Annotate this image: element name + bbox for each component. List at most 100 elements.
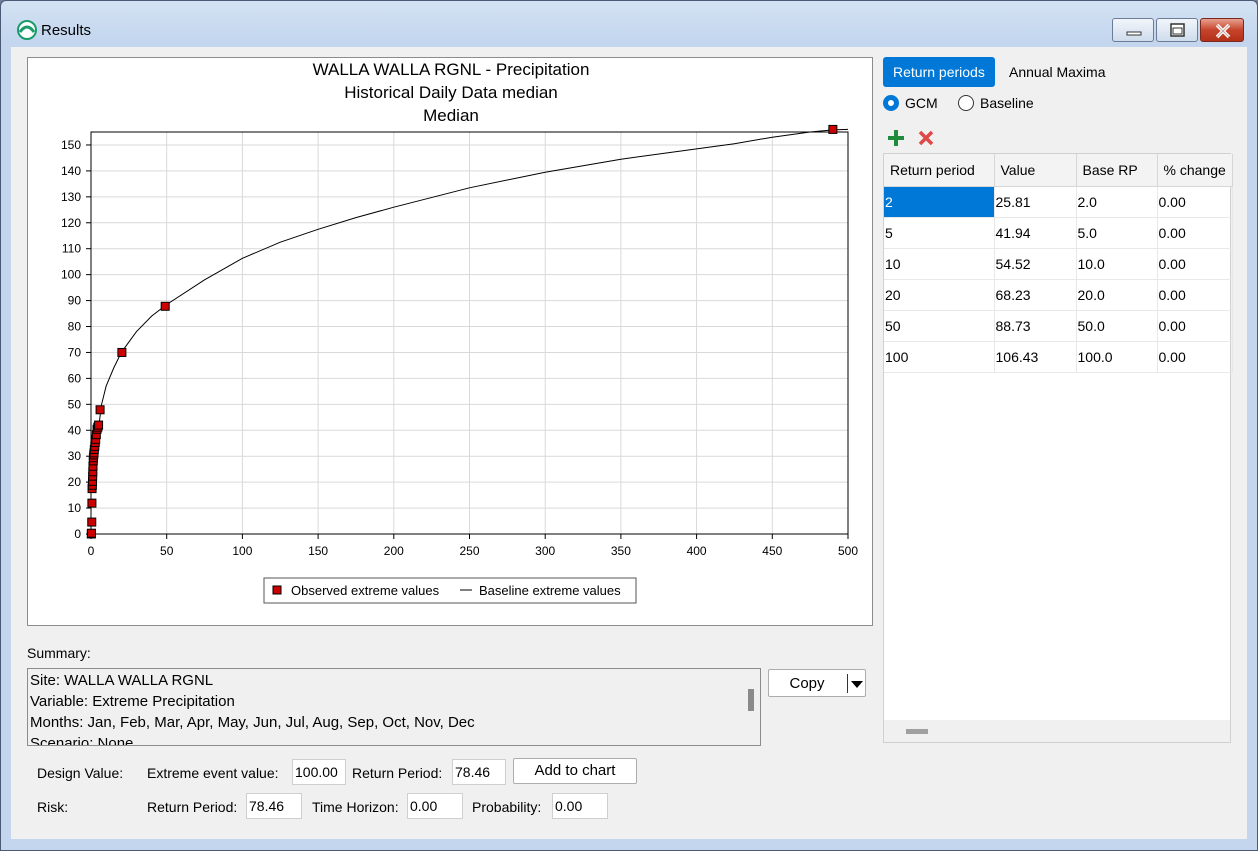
table-cell[interactable]: 20 — [884, 279, 995, 311]
x-tick-label: 100 — [232, 544, 252, 558]
table-cell[interactable]: 50 — [884, 310, 995, 342]
y-tick-label: 60 — [68, 371, 82, 385]
scrollbar-thumb[interactable] — [906, 729, 928, 734]
table-cell[interactable]: 5 — [884, 217, 995, 249]
scrollbar-thumb[interactable] — [748, 689, 754, 711]
table-cell[interactable]: 50.0 — [1076, 310, 1158, 342]
table-cell[interactable]: 0.00 — [1157, 217, 1233, 249]
add-to-chart-button[interactable]: Add to chart — [513, 758, 637, 784]
y-tick-label: 130 — [61, 190, 81, 204]
tab-annual-maxima[interactable]: Annual Maxima — [999, 57, 1116, 87]
radio-gcm-label: GCM — [905, 95, 938, 111]
table-cell[interactable]: 0.00 — [1157, 279, 1233, 311]
y-tick-label: 50 — [68, 397, 82, 411]
table-cell[interactable]: 106.43 — [994, 341, 1077, 373]
y-tick-label: 0 — [74, 527, 81, 541]
table-cell[interactable]: 68.23 — [994, 279, 1077, 311]
y-tick-label: 10 — [68, 501, 82, 515]
maximize-button[interactable] — [1156, 18, 1198, 42]
table-cell[interactable]: 2.0 — [1076, 186, 1158, 218]
chart-subtitle: Median — [423, 106, 479, 125]
table-row[interactable]: 50 88.73 50.0 0.00 — [884, 310, 1233, 342]
probability-input[interactable]: 0.00 — [552, 793, 608, 819]
table-row[interactable]: 2 25.81 2.0 0.00 — [884, 186, 1233, 218]
results-panel: Return periods Annual Maxima GCM Baselin… — [883, 55, 1233, 745]
table-row[interactable]: 5 41.94 5.0 0.00 — [884, 217, 1233, 249]
radio-baseline[interactable]: Baseline — [958, 95, 1034, 111]
summary-line: Months: Jan, Feb, Mar, Apr, May, Jun, Ju… — [30, 714, 475, 731]
radio-gcm[interactable]: GCM — [883, 95, 938, 111]
y-tick-label: 150 — [61, 138, 81, 152]
vertical-scrollbar[interactable] — [742, 669, 760, 745]
remove-row-button[interactable] — [915, 127, 937, 149]
add-row-button[interactable] — [885, 127, 907, 149]
summary-label: Summary: — [27, 645, 91, 661]
time-horizon-input[interactable]: 0.00 — [407, 793, 463, 819]
table-cell[interactable]: 100 — [884, 341, 995, 373]
table-cell[interactable]: 25.81 — [994, 186, 1077, 218]
column-header-base-rp[interactable]: Base RP — [1076, 154, 1158, 187]
table-cell[interactable]: 5.0 — [1076, 217, 1158, 249]
extreme-event-value-input[interactable]: 100.00 — [292, 759, 346, 785]
table-cell[interactable]: 0.00 — [1157, 186, 1233, 218]
table-cell[interactable]: 54.52 — [994, 248, 1077, 280]
table-cell[interactable]: 100.0 — [1076, 341, 1158, 373]
table-cell[interactable]: 0.00 — [1157, 310, 1233, 342]
design-return-period-input[interactable]: 78.46 — [452, 759, 506, 785]
data-point-marker — [94, 420, 104, 430]
x-tick-label: 350 — [611, 544, 631, 558]
table-cell[interactable]: 10 — [884, 248, 995, 280]
extreme-event-value-label: Extreme event value: — [147, 765, 279, 781]
return-period-chart: WALLA WALLA RGNL - Precipitation Historic… — [61, 60, 858, 604]
probability-label: Probability: — [472, 799, 542, 815]
data-point-marker — [117, 347, 127, 357]
title-bar[interactable]: Results — [1, 1, 1257, 45]
y-tick-label: 20 — [68, 475, 82, 489]
chart-panel: WALLA WALLA RGNL - Precipitation Historic… — [27, 57, 873, 626]
y-tick-label: 100 — [61, 268, 81, 282]
legend-marker — [272, 585, 282, 595]
risk-return-period-input[interactable]: 78.46 — [246, 793, 302, 819]
y-tick-label: 80 — [68, 320, 82, 334]
minimize-button[interactable] — [1112, 18, 1154, 42]
copy-button-label: Copy — [789, 675, 825, 692]
y-tick-label: 110 — [62, 242, 81, 256]
table-cell[interactable]: 20.0 — [1076, 279, 1158, 311]
summary-line: Site: WALLA WALLA RGNL — [30, 672, 214, 689]
chevron-down-icon[interactable] — [851, 681, 863, 688]
table-cell[interactable]: 0.00 — [1157, 341, 1233, 373]
table-row[interactable]: 100 106.43 100.0 0.00 — [884, 341, 1233, 373]
data-point-marker — [86, 528, 96, 538]
y-tick-label: 90 — [68, 294, 82, 308]
split-divider — [847, 674, 848, 693]
tab-return-periods[interactable]: Return periods — [883, 57, 995, 87]
data-point-marker — [95, 405, 105, 415]
x-tick-label: 250 — [459, 544, 479, 558]
data-point-marker — [87, 498, 97, 508]
radio-baseline-label: Baseline — [980, 95, 1034, 111]
x-tick-label: 300 — [535, 544, 555, 558]
y-tick-label: 30 — [68, 449, 82, 463]
y-tick-label: 120 — [61, 216, 81, 230]
column-header-value[interactable]: Value — [994, 154, 1077, 187]
column-header-percent-change[interactable]: % change — [1157, 154, 1233, 187]
table-cell[interactable]: 10.0 — [1076, 248, 1158, 280]
table-row[interactable]: 20 68.23 20.0 0.00 — [884, 279, 1233, 311]
summary-text-box[interactable]: Site: WALLA WALLA RGNL Variable: Extreme… — [27, 668, 761, 746]
horizontal-scrollbar[interactable] — [884, 720, 1230, 742]
y-tick-label: 140 — [61, 164, 81, 178]
window-title: Results — [41, 22, 92, 39]
baseline-series-line — [92, 128, 849, 480]
return-period-table[interactable]: Return period Value Base RP % change 2 2… — [883, 153, 1233, 743]
close-button[interactable] — [1200, 18, 1244, 42]
copy-split-button[interactable]: Copy — [768, 669, 866, 697]
table-row[interactable]: 10 54.52 10.0 0.00 — [884, 248, 1233, 280]
table-cell[interactable]: 41.94 — [994, 217, 1077, 249]
app-icon — [17, 20, 37, 40]
table-cell[interactable]: 88.73 — [994, 310, 1077, 342]
data-point-marker — [87, 517, 97, 527]
minimize-icon — [1126, 31, 1142, 36]
column-header-return-period[interactable]: Return period — [884, 154, 995, 187]
table-cell[interactable]: 2 — [884, 186, 995, 218]
table-cell[interactable]: 0.00 — [1157, 248, 1233, 280]
